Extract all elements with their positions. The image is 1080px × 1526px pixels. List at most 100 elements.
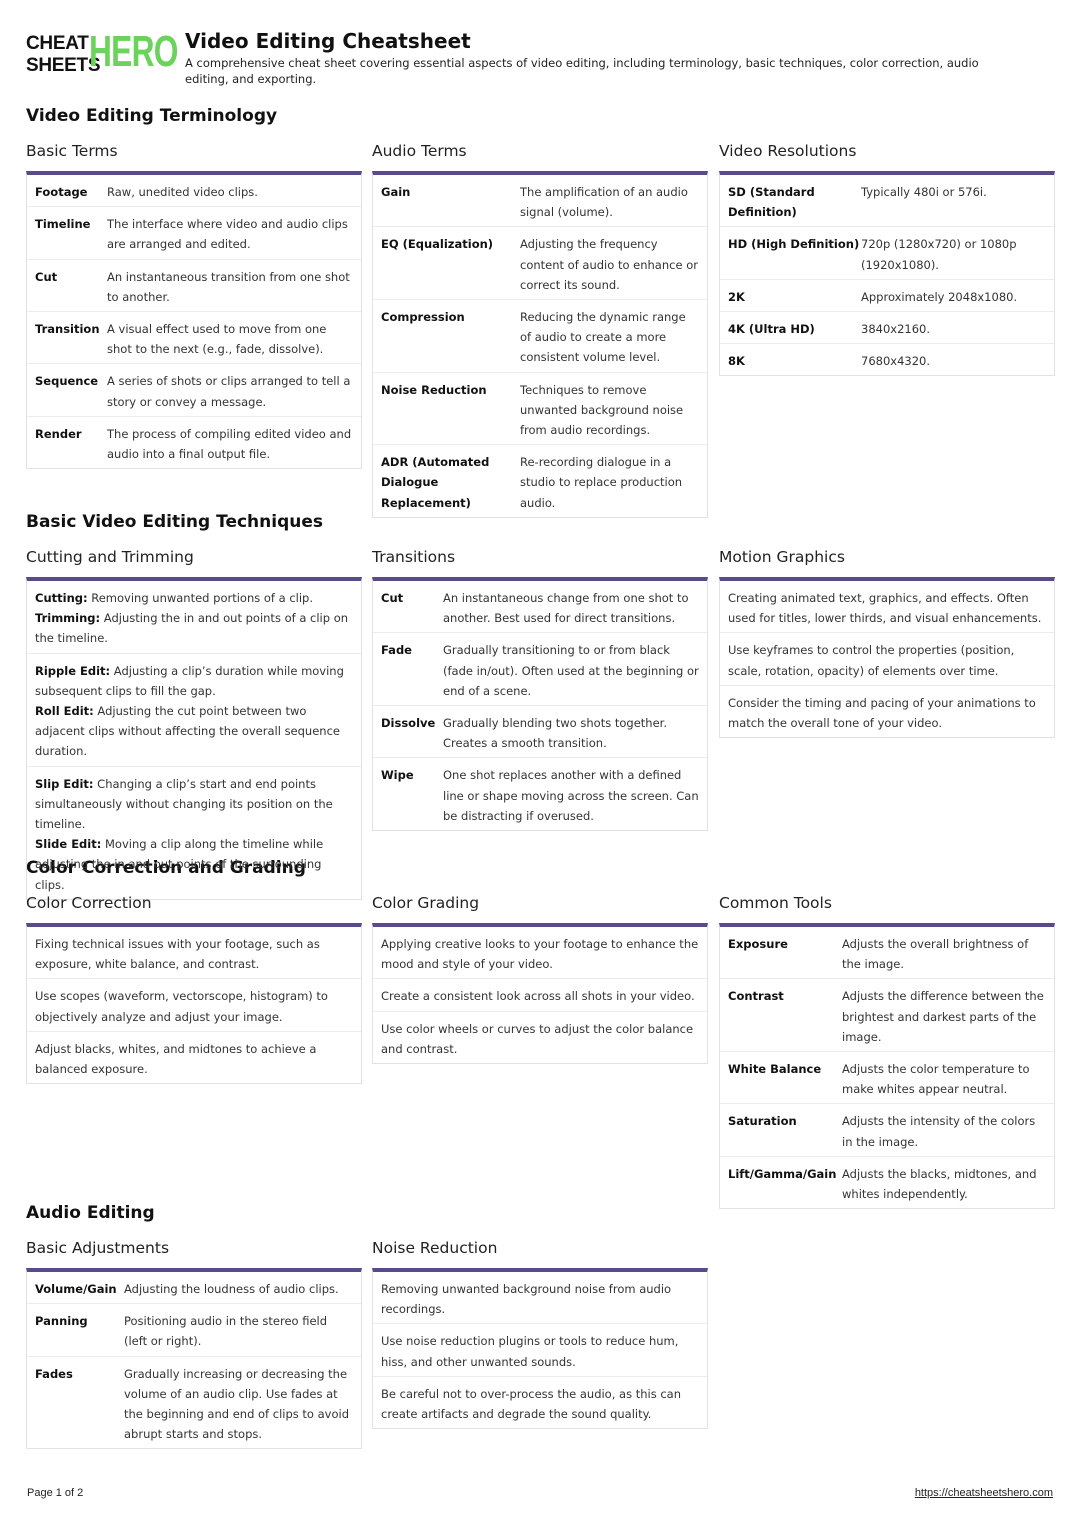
term-label: Footage bbox=[35, 185, 88, 199]
table-row: 4K (Ultra HD) 3840x2160. bbox=[720, 312, 1054, 345]
term-label: Compression bbox=[381, 310, 465, 325]
noise-reduction-block: Noise Reduction Removing unwanted backgro… bbox=[372, 1239, 708, 1430]
term-description: Gradually transitioning to or from black… bbox=[443, 643, 699, 698]
term-label: Render bbox=[35, 426, 82, 441]
term-label: Cut bbox=[381, 591, 404, 605]
section-title-terminology: Video Editing Terminology bbox=[26, 106, 278, 126]
term-label: Noise Reduction bbox=[381, 382, 487, 397]
term-description: The amplification of an audio signal (vo… bbox=[520, 185, 688, 220]
term-description: 7680x4320. bbox=[861, 354, 930, 369]
card-body: Footage Raw, unedited video clips. Timelin… bbox=[26, 171, 362, 470]
card-title: Noise Reduction bbox=[372, 1239, 498, 1257]
term-description: 3840x2160. bbox=[861, 322, 930, 337]
term-label: White Balance bbox=[728, 1062, 822, 1077]
table-row: Wipe One shot replaces another with a def… bbox=[373, 758, 707, 830]
table-row: Volume/Gain Adjusting the loudness of aud… bbox=[27, 1272, 361, 1305]
table-row: Cut An instantaneous change from one shot… bbox=[373, 581, 707, 634]
card-body: Gain The amplification of an audio signal… bbox=[372, 171, 708, 518]
term-label: 2K bbox=[728, 289, 745, 304]
definition-term: Cutting: bbox=[35, 591, 88, 605]
page-header: CHEAT SHEETS HERO Video Editing Cheatshee… bbox=[26, 29, 1025, 87]
list-item: Use color wheels or curves to adjust the… bbox=[381, 1021, 694, 1056]
table-row: Fades Gradually increasing or decreasing … bbox=[27, 1357, 361, 1449]
basic-terms-block: Basic Terms Footage Raw, unedited video cl… bbox=[26, 142, 362, 470]
term-label: ADR (Automated Dialogue Replacement) bbox=[381, 455, 490, 510]
card-title: Cutting and Trimming bbox=[26, 548, 194, 566]
table-row: Panning Positioning audio in the stereo f… bbox=[27, 1304, 361, 1357]
term-description: Adjusting the loudness of audio clips. bbox=[124, 1282, 339, 1296]
list-item: Creating animated text, graphics, and ef… bbox=[720, 581, 1054, 634]
transitions-block: Transitions Cut An instantaneous change fr… bbox=[372, 548, 708, 832]
definition-term: Roll Edit: bbox=[35, 704, 94, 719]
term-description: Techniques to remove unwanted background… bbox=[520, 382, 684, 438]
term-label: 8K bbox=[728, 354, 745, 369]
term-description: One shot replaces another with a defined… bbox=[443, 768, 699, 823]
video-resolutions-block: Video Resolutions SD (Standard Definition… bbox=[719, 142, 1055, 377]
table-row: Fade Gradually transitioning to or from b… bbox=[373, 633, 707, 707]
list-item: Use noise reduction plugins or tools to … bbox=[373, 1324, 707, 1377]
list-item: Removing unwanted background noise from … bbox=[373, 1272, 707, 1325]
table-row: ADR (Automated Dialogue Replacement) Re-r… bbox=[373, 445, 707, 517]
term-label: Dissolve bbox=[381, 716, 436, 731]
page-title: Video Editing Cheatsheet bbox=[185, 29, 471, 53]
card-body: Removing unwanted background noise from … bbox=[372, 1268, 708, 1430]
term-description: A visual effect used to move from one sh… bbox=[107, 322, 327, 357]
term-label: Panning bbox=[35, 1314, 88, 1329]
term-label: Exposure bbox=[728, 937, 788, 951]
common-tools-block: Common Tools Exposure Adjusts the overall … bbox=[719, 894, 1055, 1210]
site-link[interactable]: https://cheatsheetshero.com bbox=[915, 1487, 1053, 1499]
term-label: Lift/Gamma/Gain bbox=[728, 1166, 837, 1181]
definition-line: Trimming: Adjusting the in and out point… bbox=[35, 608, 353, 648]
term-description: Adjusts the color temperature to make wh… bbox=[842, 1062, 1030, 1097]
term-description: Gradually blending two shots together. C… bbox=[443, 716, 667, 751]
list-item: Cutting: Removing unwanted portions of a… bbox=[27, 581, 361, 654]
term-label: Volume/Gain bbox=[35, 1282, 117, 1296]
card-body: Cut An instantaneous change from one shot… bbox=[372, 577, 708, 832]
cutting-trimming-block: Cutting and Trimming Cutting: Removing un… bbox=[26, 548, 362, 900]
card-body: SD (Standard Definition) Typically 480i o… bbox=[719, 171, 1055, 377]
table-row: Footage Raw, unedited video clips. bbox=[27, 175, 361, 208]
definition-line: Roll Edit: Adjusting the cut point betwe… bbox=[35, 701, 353, 762]
term-description: The interface where video and audio clip… bbox=[107, 217, 348, 252]
list-item: Slip Edit: Changing a clip’s start and e… bbox=[27, 767, 361, 899]
page-number: Page 1 of 2 bbox=[27, 1487, 84, 1499]
table-row: Dissolve Gradually blending two shots tog… bbox=[373, 706, 707, 759]
list-item: Use keyframes to control the properties … bbox=[720, 633, 1054, 686]
table-row: Sequence A series of shots or clips arran… bbox=[27, 364, 361, 417]
logo-hero: HERO bbox=[89, 27, 178, 76]
term-description: A series of shots or clips arranged to t… bbox=[107, 374, 351, 409]
term-description: Adjusts the overall brightness of the im… bbox=[842, 937, 1029, 972]
table-row: Saturation Adjusts the intensity of the c… bbox=[720, 1104, 1054, 1157]
table-row: SD (Standard Definition) Typically 480i o… bbox=[720, 175, 1054, 228]
table-row: Lift/Gamma/Gain Adjusts the blacks, midto… bbox=[720, 1157, 1054, 1208]
term-description: Typically 480i or 576i. bbox=[861, 185, 987, 199]
table-row: EQ (Equalization) Adjusting the frequency… bbox=[373, 227, 707, 301]
table-row: Timeline The interface where video and au… bbox=[27, 207, 361, 260]
definition-line: Slip Edit: Changing a clip’s start and e… bbox=[35, 774, 353, 835]
definition-term: Ripple Edit: bbox=[35, 663, 111, 678]
term-description: Adjusts the intensity of the colors in t… bbox=[842, 1114, 1036, 1149]
term-description: The process of compiling edited video an… bbox=[107, 426, 352, 462]
card-title: Basic Adjustments bbox=[26, 1239, 170, 1257]
list-item: Create a consistent look across all shot… bbox=[373, 979, 707, 1012]
page-description: A comprehensive cheat sheet covering ess… bbox=[185, 56, 979, 86]
card-title: Common Tools bbox=[719, 894, 832, 912]
motion-graphics-block: Motion Graphics Creating animated text, g… bbox=[719, 548, 1055, 739]
card-title: Video Resolutions bbox=[719, 142, 857, 160]
term-label: 4K (Ultra HD) bbox=[728, 322, 815, 337]
list-item: Applying creative looks to your footage … bbox=[373, 927, 707, 980]
definition-term: Slip Edit: bbox=[35, 776, 94, 791]
card-body: Exposure Adjusts the overall brightness o… bbox=[719, 923, 1055, 1210]
table-row: Transition A visual effect used to move f… bbox=[27, 312, 361, 365]
definition-line: Ripple Edit: Adjusting a clip’s duration… bbox=[35, 661, 353, 701]
term-description: Adjusting the frequency content of audio… bbox=[520, 237, 698, 292]
card-title: Transitions bbox=[372, 548, 456, 566]
term-description: Re-recording dialogue in a studio to rep… bbox=[520, 455, 683, 510]
section-title-audio: Audio Editing bbox=[26, 1203, 155, 1223]
term-description: Adjusts the difference between the brigh… bbox=[842, 989, 1044, 1044]
term-description: Approximately 2048x1080. bbox=[861, 289, 1018, 304]
list-item: Ripple Edit: Adjusting a clip’s duration… bbox=[27, 654, 361, 767]
cheatsheetshero-logo[interactable]: CHEAT SHEETS HERO bbox=[26, 29, 178, 77]
term-label: Transition bbox=[35, 322, 100, 337]
card-title: Color Grading bbox=[372, 894, 480, 912]
